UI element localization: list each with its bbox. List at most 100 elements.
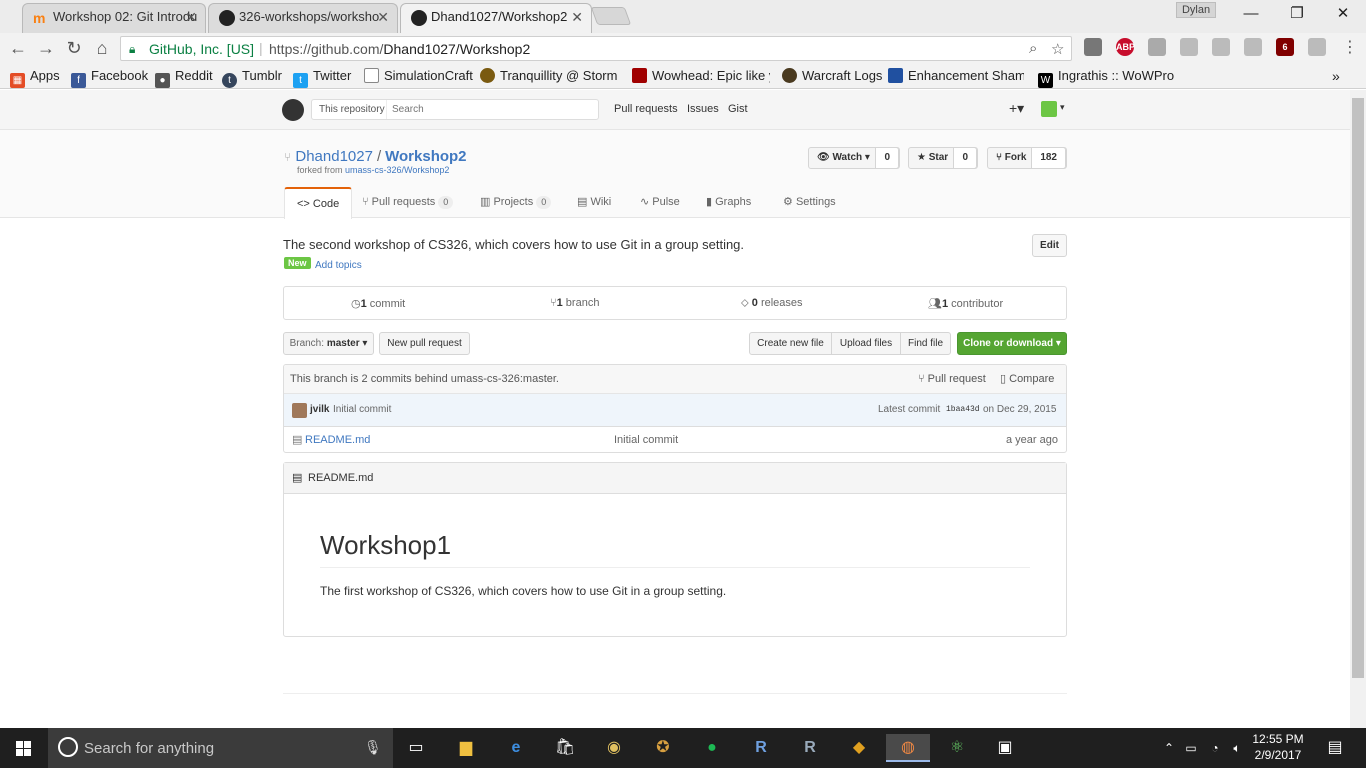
bookmark-facebook[interactable]: f Facebook: [71, 67, 148, 88]
restore-button[interactable]: ❐: [1274, 0, 1320, 28]
bookmark-reddit[interactable]: ● Reddit: [155, 67, 213, 88]
chrome-taskbar-icon[interactable]: ◍: [886, 734, 930, 762]
clone-or-download-button[interactable]: Clone or download ▾: [957, 332, 1067, 355]
new-tab-button[interactable]: [590, 7, 632, 25]
create-new-file-button[interactable]: Create new file: [749, 332, 832, 355]
cast-icon[interactable]: [1084, 38, 1102, 56]
clock[interactable]: 12:55 PM 2/9/2017: [1248, 731, 1308, 763]
back-icon[interactable]: ←: [6, 36, 30, 60]
fork-count[interactable]: 182: [1031, 147, 1066, 169]
bookmark-warcraft-logs[interactable]: Warcraft Logs: [782, 67, 882, 85]
file-name-link[interactable]: README.md: [305, 427, 370, 452]
tab-close-icon[interactable]: ✕: [377, 4, 389, 30]
tab-close-icon[interactable]: ✕: [571, 4, 583, 30]
extension-icon[interactable]: [1244, 38, 1262, 56]
tab-dhand1027-workshop2[interactable]: Dhand1027/Workshop2 ✕: [400, 3, 592, 33]
home-icon[interactable]: ⌂: [90, 36, 114, 60]
file-commit-message-link[interactable]: Initial commit: [614, 427, 678, 452]
tab-projects[interactable]: ▥ Projects 0: [480, 187, 552, 218]
page-scrollbar[interactable]: [1350, 90, 1366, 728]
bookmark-star-icon[interactable]: ☆: [1051, 40, 1064, 58]
github-logo-icon[interactable]: [282, 99, 304, 121]
contributors-link[interactable]: 👥︎1 contributor: [928, 297, 1003, 310]
ublock-icon[interactable]: 6: [1276, 38, 1294, 56]
branches-link[interactable]: ⑂1 branch: [550, 297, 599, 309]
commits-link[interactable]: ◷1 commit: [351, 297, 405, 310]
extension-icon[interactable]: [1148, 38, 1166, 56]
tab-326-workshops[interactable]: 326-workshops/worksho ✕: [208, 3, 398, 33]
rstudio-icon[interactable]: R: [795, 734, 825, 762]
pull-request-link[interactable]: ⑂ Pull request: [918, 365, 986, 393]
app-icon[interactable]: ◉: [599, 734, 629, 762]
repo-name-link[interactable]: Workshop2: [385, 148, 466, 165]
r-icon[interactable]: R: [746, 734, 776, 762]
bookmark-twitter[interactable]: t Twitter: [293, 67, 351, 88]
compare-link[interactable]: ▯ Compare: [1000, 365, 1054, 393]
minimize-button[interactable]: —: [1228, 0, 1274, 28]
user-avatar-icon[interactable]: [1041, 101, 1057, 117]
chevron-down-icon[interactable]: ▾: [1060, 102, 1065, 113]
terminal-icon[interactable]: ▣: [990, 734, 1020, 762]
commit-sha-link[interactable]: 1baa43d: [946, 405, 980, 414]
star-button[interactable]: ★ Star 0: [908, 147, 978, 169]
task-view-icon[interactable]: ▭: [401, 734, 431, 762]
search-input[interactable]: [392, 100, 592, 119]
git-icon[interactable]: ◆: [844, 734, 874, 762]
chrome-menu-icon[interactable]: ⋮: [1338, 36, 1362, 60]
address-bar[interactable]: 🔒︎ GitHub, Inc. [US] | https://github.co…: [120, 36, 1072, 61]
close-window-button[interactable]: ✕: [1320, 0, 1366, 28]
bookmark-tumblr[interactable]: t Tumblr: [222, 67, 282, 88]
spotify-icon[interactable]: ●: [697, 734, 727, 762]
tab-graphs[interactable]: ▮ Graphs: [706, 187, 751, 218]
extension-icon[interactable]: [1180, 38, 1198, 56]
forked-from-link[interactable]: umass-cs-326/Workshop2: [345, 165, 449, 175]
hearthstone-icon[interactable]: ✪: [648, 734, 678, 762]
tab-pull-requests[interactable]: ⑂ Pull requests 0: [362, 187, 454, 218]
watch-button[interactable]: 👁︎ Watch ▾ 0: [808, 147, 900, 169]
forward-icon[interactable]: →: [34, 36, 58, 60]
star-count[interactable]: 0: [953, 147, 977, 169]
taskbar-search[interactable]: Search for anything 🎙︎: [48, 728, 393, 768]
scrollbar-thumb[interactable]: [1352, 98, 1364, 678]
atom-icon[interactable]: ⚛: [942, 734, 972, 762]
bookmark-wowhead[interactable]: Wowhead: Epic like yo: [632, 67, 770, 85]
nav-gist[interactable]: Gist: [728, 103, 748, 115]
new-pull-request-button[interactable]: New pull request: [379, 332, 470, 355]
adblock-plus-icon[interactable]: ABP: [1116, 38, 1135, 56]
edge-icon[interactable]: e: [501, 734, 531, 762]
commit-message-link[interactable]: Initial commit: [333, 404, 391, 415]
nav-pull-requests[interactable]: Pull requests: [614, 103, 678, 115]
bookmark-apps[interactable]: ▦ Apps: [10, 67, 60, 88]
reload-icon[interactable]: ↻: [62, 36, 86, 60]
fork-button[interactable]: ⑂ Fork 182: [987, 147, 1067, 169]
start-button[interactable]: [0, 728, 48, 768]
tab-settings[interactable]: ⚙ Settings: [783, 187, 836, 218]
file-explorer-icon[interactable]: ▆: [451, 734, 481, 762]
extension-icon[interactable]: [1308, 38, 1326, 56]
zoom-search-icon[interactable]: ⌕: [1029, 40, 1037, 57]
tab-pulse[interactable]: ∿ Pulse: [640, 187, 680, 218]
avatar[interactable]: [292, 403, 307, 418]
nav-issues[interactable]: Issues: [687, 103, 719, 115]
bookmark-tranquillity[interactable]: Tranquillity @ Stormr: [480, 67, 618, 85]
repo-owner-link[interactable]: Dhand1027: [295, 148, 373, 165]
more-bookmarks-icon[interactable]: »: [1332, 67, 1340, 85]
tab-workshop-02[interactable]: m Workshop 02: Git Introdu ✕: [22, 3, 206, 33]
extension-icon[interactable]: [1212, 38, 1230, 56]
profile-button[interactable]: Dylan: [1176, 2, 1216, 18]
branch-select-button[interactable]: Branch: master ▾: [283, 332, 374, 355]
bookmark-ingrathis[interactable]: W Ingrathis :: WoWProgr: [1038, 67, 1174, 88]
commit-author-link[interactable]: jvilk: [310, 404, 329, 415]
tab-code[interactable]: <> Code: [284, 187, 353, 219]
notifications-icon[interactable]: ▤: [1320, 734, 1350, 762]
find-file-button[interactable]: Find file: [900, 332, 951, 355]
store-icon[interactable]: 🛍︎: [550, 734, 580, 762]
releases-link[interactable]: ⬦ 0 releases: [741, 297, 803, 310]
upload-files-button[interactable]: Upload files: [831, 332, 901, 355]
tab-close-icon[interactable]: ✕: [185, 4, 197, 30]
tab-wiki[interactable]: ▤ Wiki: [577, 187, 611, 218]
microphone-icon[interactable]: 🎙︎: [364, 739, 382, 756]
edit-description-button[interactable]: Edit: [1032, 234, 1067, 257]
bookmark-simulationcraft[interactable]: SimulationCraft: [364, 67, 473, 85]
add-topics-link[interactable]: Add topics: [315, 260, 362, 271]
